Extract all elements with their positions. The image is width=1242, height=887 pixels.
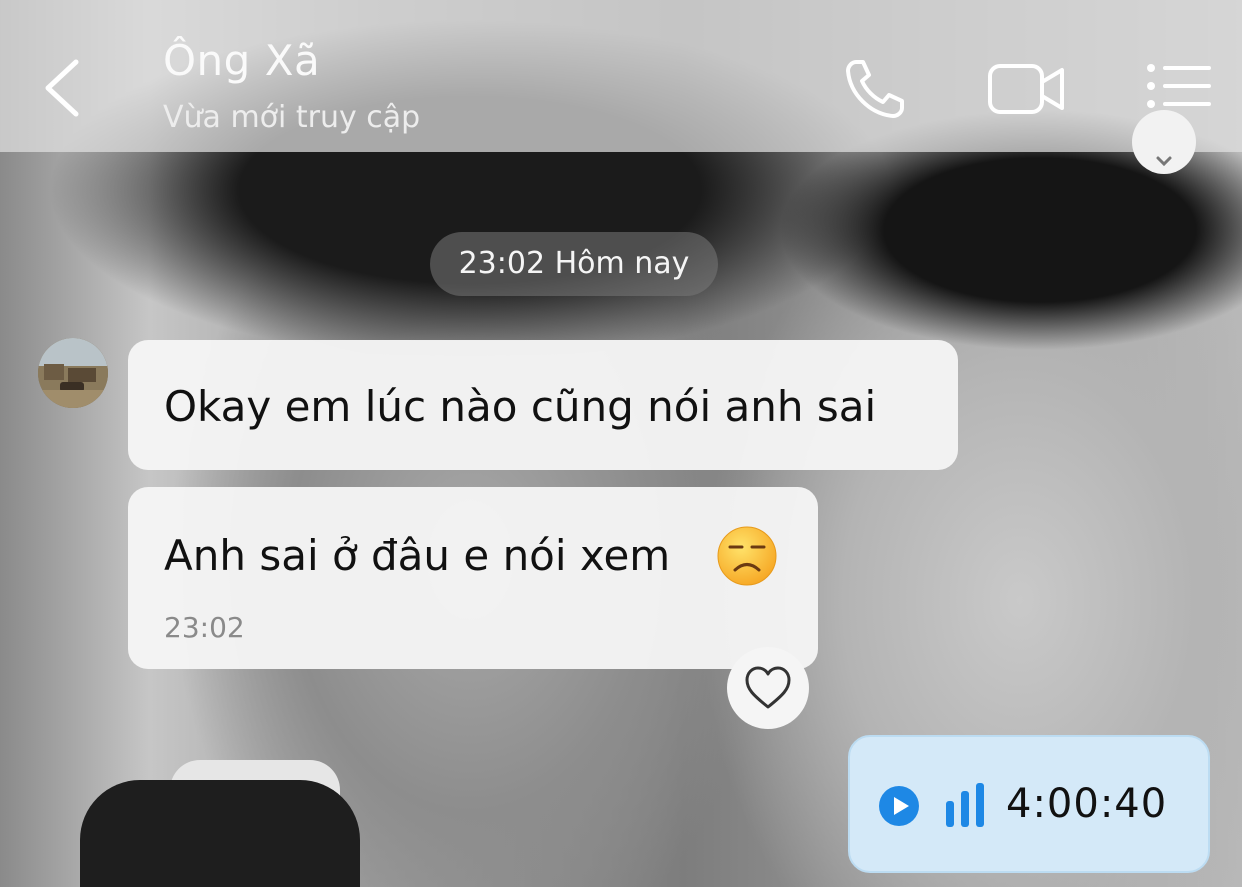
avatar-image	[38, 338, 108, 408]
voice-message-bubble[interactable]: 4:00:40	[848, 735, 1210, 873]
play-icon[interactable]	[878, 785, 920, 827]
contact-status: Vừa mới truy cập	[163, 100, 421, 135]
avatar[interactable]	[38, 338, 108, 408]
audio-waveform-icon	[946, 783, 984, 827]
chat-header: Ông Xã Vừa mới truy cập	[0, 0, 1242, 152]
video-camera-icon[interactable]	[986, 56, 1066, 122]
unamused-face-icon	[717, 526, 777, 586]
chevron-left-icon[interactable]	[40, 58, 86, 118]
message-bubble[interactable]: Anh sai ở đâu e nói xem 23:02	[128, 487, 818, 669]
message-timestamp: 23:02	[164, 611, 245, 644]
message-bubble[interactable]: Okay em lúc nào cũng nói anh sai	[128, 340, 958, 470]
message-text: Anh sai ở đâu e nói xem	[164, 531, 671, 580]
message-text: Okay em lúc nào cũng nói anh sai	[164, 382, 877, 431]
voice-duration: 4:00:40	[1006, 781, 1168, 827]
chevron-down-icon	[1156, 156, 1172, 167]
heart-icon	[745, 666, 791, 709]
list-menu-icon[interactable]	[1143, 56, 1213, 116]
react-heart-button[interactable]	[727, 647, 809, 729]
contact-name[interactable]: Ông Xã	[163, 36, 320, 85]
phone-icon[interactable]	[842, 56, 908, 122]
time-separator: 23:02 Hôm nay	[430, 232, 718, 296]
background-suit	[80, 780, 360, 887]
scroll-down-button[interactable]	[1132, 110, 1196, 174]
